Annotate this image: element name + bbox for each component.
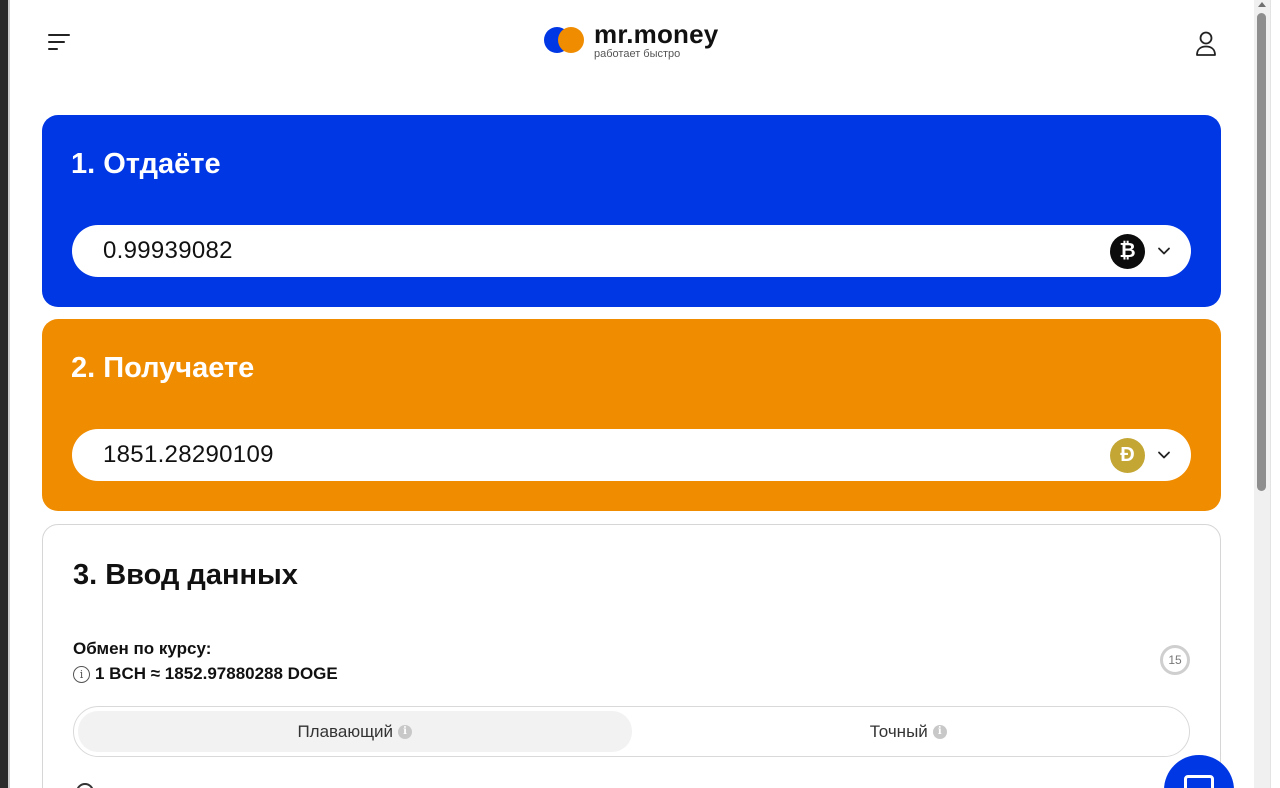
rate-type-fixed[interactable]: Точный i [632, 711, 1186, 752]
rate-line: i 1 BCH ≈ 1852.97880288 DOGE [73, 664, 338, 684]
window-right-edge [1270, 0, 1280, 788]
info-icon[interactable]: i [932, 724, 947, 739]
page: mr.money работает быстро 1. Отдаёте 0.99… [10, 0, 1254, 788]
rate-type-fixed-label: Точный [869, 721, 928, 741]
rate-type-toggle: Плавающий i Точный i [73, 706, 1190, 757]
scrollbar-thumb[interactable] [1257, 13, 1266, 491]
radio-button[interactable] [76, 783, 94, 788]
details-title: 3. Ввод данных [73, 559, 298, 591]
info-icon[interactable]: i [73, 665, 90, 683]
brand-tagline: работает быстро [594, 47, 681, 60]
details-card: 3. Ввод данных Обмен по курсу: i 1 BCH ≈… [42, 524, 1221, 788]
rate-refresh-timer: 15 [1160, 645, 1190, 675]
brand-logo[interactable]: mr.money работает быстро [544, 18, 718, 62]
chevron-down-icon [1158, 247, 1170, 255]
rate-type-floating[interactable]: Плавающий i [78, 711, 632, 752]
scrollbar[interactable] [1254, 0, 1270, 788]
give-card: 1. Отдаёте 0.99939082 ₿ [42, 115, 1221, 307]
give-title: 1. Отдаёте [71, 148, 221, 180]
dogecoin-icon: Ð [1110, 437, 1145, 473]
give-amount-value: 0.99939082 [103, 237, 233, 264]
scroll-up-arrow-icon[interactable] [1258, 2, 1266, 7]
rate-type-floating-label: Плавающий [297, 721, 394, 741]
user-account-icon[interactable] [1194, 30, 1218, 58]
receive-title: 2. Получаете [71, 352, 255, 384]
hamburger-menu-icon[interactable] [48, 30, 74, 56]
receive-currency-select[interactable]: Ð [1110, 437, 1171, 473]
brand-name: mr.money [594, 18, 719, 49]
rate-value: 1 BCH ≈ 1852.97880288 DOGE [95, 664, 338, 683]
give-currency-select[interactable]: ₿ [1110, 233, 1171, 269]
receive-amount-field[interactable]: 1851.28290109 Ð [72, 429, 1191, 481]
give-amount-field[interactable]: 0.99939082 ₿ [72, 225, 1191, 277]
chevron-down-icon [1158, 451, 1170, 459]
logo-mark-icon [544, 25, 586, 55]
bitcoin-cash-icon: ₿ [1110, 233, 1145, 269]
receive-amount-value: 1851.28290109 [103, 441, 274, 468]
info-icon[interactable]: i [398, 724, 413, 739]
receive-card: 2. Получаете 1851.28290109 Ð [42, 319, 1221, 511]
rate-label: Обмен по курсу: [73, 639, 212, 658]
